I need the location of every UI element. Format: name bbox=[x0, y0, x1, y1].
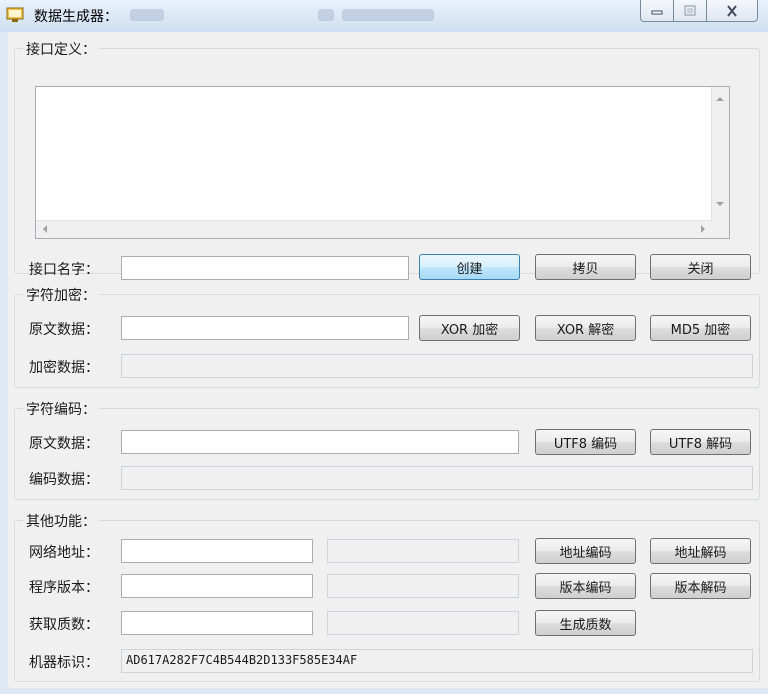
xor-decrypt-button[interactable]: XOR 解密 bbox=[535, 315, 636, 341]
title-ghost-bar bbox=[130, 9, 164, 21]
title-ghost-bar bbox=[342, 9, 434, 21]
version-input[interactable] bbox=[121, 574, 313, 598]
utf8-decode-button[interactable]: UTF8 解码 bbox=[650, 429, 751, 455]
machine-id-field[interactable]: AD617A282F7C4B544B2D133F585E34AF bbox=[121, 649, 753, 673]
encode-source-label: 原文数据： bbox=[29, 436, 99, 452]
string-encryption-group: 字符加密： 原文数据： XOR 加密 XOR 解密 MD5 加密 加密数据： bbox=[14, 285, 760, 388]
url-result-field[interactable] bbox=[327, 539, 519, 563]
version-encode-button[interactable]: 版本编码 bbox=[535, 573, 636, 599]
encode-result-label: 编码数据： bbox=[29, 472, 99, 488]
string-encoding-group: 字符编码： 原文数据： UTF8 编码 UTF8 解码 编码数据： bbox=[14, 399, 760, 500]
prime-result-field[interactable] bbox=[327, 611, 519, 635]
generate-prime-button[interactable]: 生成质数 bbox=[535, 610, 636, 636]
maximize-button[interactable] bbox=[673, 0, 707, 22]
scrollbar-corner bbox=[712, 221, 729, 238]
string-encoding-title: 字符编码： bbox=[23, 399, 99, 419]
encode-source-input[interactable] bbox=[121, 430, 519, 454]
close-form-button[interactable]: 关闭 bbox=[650, 254, 751, 280]
url-encode-button[interactable]: 地址编码 bbox=[535, 538, 636, 564]
machine-id-label: 机器标识： bbox=[29, 655, 99, 671]
encrypt-source-input[interactable] bbox=[121, 316, 409, 340]
interface-definition-group: 接口定义： 接口名字： 创建 拷贝 关闭 bbox=[14, 39, 760, 280]
md5-encrypt-button[interactable]: MD5 加密 bbox=[650, 315, 751, 341]
prime-input[interactable] bbox=[121, 611, 313, 635]
window-title: 数据生成器： bbox=[34, 9, 118, 25]
url-input[interactable] bbox=[121, 539, 313, 563]
scroll-left-arrow-icon bbox=[43, 225, 47, 233]
utf8-encode-button[interactable]: UTF8 编码 bbox=[535, 429, 636, 455]
interface-name-label: 接口名字： bbox=[29, 262, 99, 278]
close-icon bbox=[727, 4, 737, 17]
interface-definition-textarea[interactable] bbox=[35, 86, 730, 239]
scroll-right-arrow-icon bbox=[701, 225, 705, 233]
encrypt-result-label: 加密数据： bbox=[29, 360, 99, 376]
encrypt-result-field[interactable] bbox=[121, 354, 753, 378]
url-label: 网络地址： bbox=[29, 545, 99, 561]
interface-name-input[interactable] bbox=[121, 256, 409, 280]
client-area: 接口定义： 接口名字： 创建 拷贝 关闭 字符加密： 原文数据： XOR 加密 … bbox=[8, 32, 768, 688]
interface-definition-title: 接口定义： bbox=[23, 39, 99, 59]
version-result-field[interactable] bbox=[327, 574, 519, 598]
encrypt-source-label: 原文数据： bbox=[29, 322, 99, 338]
other-functions-title: 其他功能： bbox=[23, 511, 99, 531]
horizontal-scrollbar[interactable] bbox=[36, 220, 712, 238]
url-decode-button[interactable]: 地址解码 bbox=[650, 538, 751, 564]
version-label: 程序版本： bbox=[29, 580, 99, 596]
scroll-up-arrow-icon bbox=[716, 97, 724, 101]
title-ghost-bar bbox=[318, 9, 334, 21]
close-button[interactable] bbox=[706, 0, 758, 22]
minimize-icon bbox=[651, 10, 663, 14]
copy-button[interactable]: 拷贝 bbox=[535, 254, 636, 280]
xor-encrypt-button[interactable]: XOR 加密 bbox=[419, 315, 520, 341]
maximize-icon bbox=[684, 4, 696, 16]
vertical-scrollbar[interactable] bbox=[711, 87, 729, 223]
app-window: 数据生成器： 接口定义： 接口名字： 创建 拷贝 关闭 字符加密： 原文数据： … bbox=[0, 0, 768, 694]
string-encryption-title: 字符加密： bbox=[23, 285, 99, 305]
other-functions-group: 其他功能： 网络地址： 地址编码 地址解码 程序版本： 版本编码 版本解码 获取… bbox=[14, 511, 760, 682]
encode-result-field[interactable] bbox=[121, 466, 753, 490]
window-app-icon bbox=[6, 7, 24, 22]
title-bar[interactable]: 数据生成器： bbox=[0, 0, 768, 32]
minimize-button[interactable] bbox=[640, 0, 674, 22]
version-decode-button[interactable]: 版本解码 bbox=[650, 573, 751, 599]
prime-label: 获取质数： bbox=[29, 617, 99, 633]
create-button[interactable]: 创建 bbox=[419, 254, 520, 280]
scroll-down-arrow-icon bbox=[716, 202, 724, 206]
